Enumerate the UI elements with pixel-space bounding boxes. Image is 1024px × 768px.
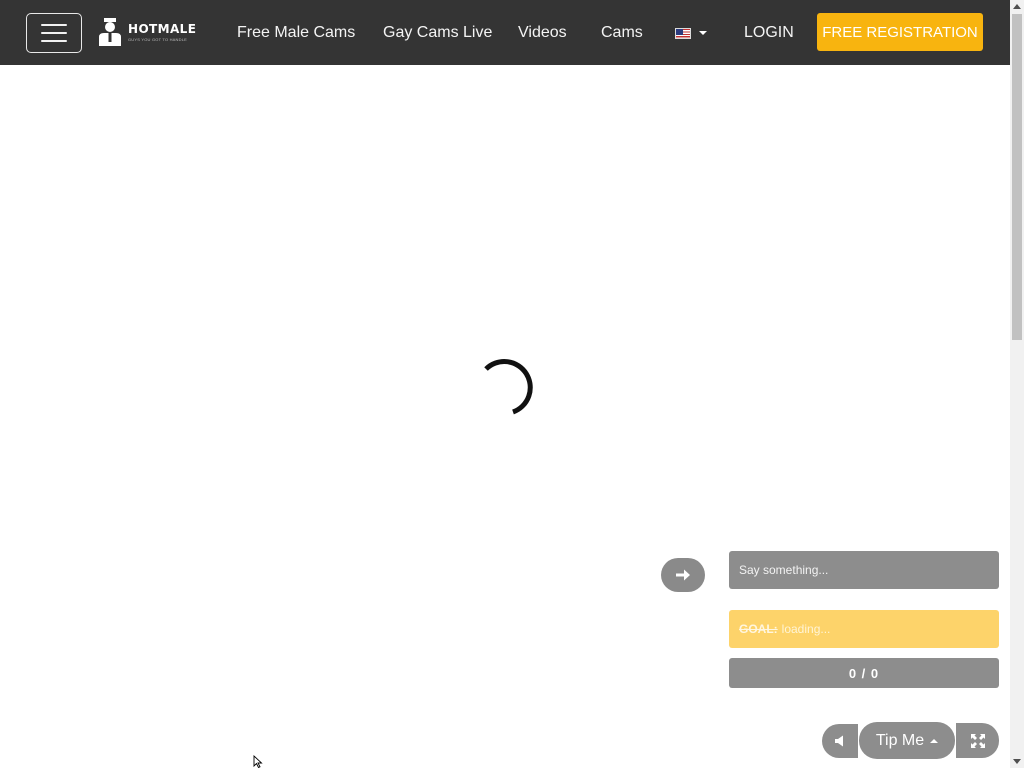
flag-canton xyxy=(676,29,683,35)
chat-message-input[interactable] xyxy=(729,551,999,589)
spinner-icon xyxy=(484,359,533,415)
hamburger-line xyxy=(41,32,67,34)
goal-progress-bar: 0 / 0 xyxy=(729,658,999,688)
logo-text: HOTMALE GUYS YOU GOT TO HANDLE xyxy=(128,23,196,42)
nav-link-cams[interactable]: Cams xyxy=(601,22,643,44)
menu-toggle-button[interactable] xyxy=(26,13,82,53)
goal-status: loading... xyxy=(781,622,831,636)
fullscreen-icon xyxy=(970,733,985,748)
us-flag-icon[interactable] xyxy=(675,28,691,39)
hamburger-line xyxy=(41,40,67,42)
mouse-pointer-icon xyxy=(253,755,263,768)
mute-button[interactable] xyxy=(822,724,858,758)
arrow-right-icon xyxy=(676,569,690,581)
scroll-up-arrow-icon[interactable] xyxy=(1013,4,1021,9)
send-message-button[interactable] xyxy=(661,558,705,592)
scroll-down-arrow-icon[interactable] xyxy=(1013,759,1021,764)
nav-link-videos[interactable]: Videos xyxy=(518,22,567,44)
fullscreen-button[interactable] xyxy=(956,723,999,758)
page: HOTMALE GUYS YOU GOT TO HANDLE Free Male… xyxy=(0,0,1024,768)
logo-icon xyxy=(99,18,121,46)
scrollbar-thumb[interactable] xyxy=(1012,14,1022,340)
tip-me-label: Tip Me xyxy=(875,731,925,749)
free-registration-button[interactable]: FREE REGISTRATION xyxy=(817,13,983,51)
goal-label: GOAL: xyxy=(739,622,778,636)
logo-tagline: GUYS YOU GOT TO HANDLE xyxy=(128,36,188,42)
logo-name: HOTMALE xyxy=(128,21,197,36)
vertical-scrollbar[interactable] xyxy=(1010,0,1024,768)
goal-bar: GOAL: loading... xyxy=(729,610,999,648)
nav-link-free-male-cams[interactable]: Free Male Cams xyxy=(237,22,355,44)
language-dropdown-caret-icon[interactable] xyxy=(699,31,707,35)
site-logo[interactable]: HOTMALE GUYS YOU GOT TO HANDLE xyxy=(98,17,196,47)
hamburger-line xyxy=(41,24,67,26)
goal-progress-text: 0 / 0 xyxy=(848,665,880,681)
tip-me-button[interactable]: Tip Me xyxy=(859,722,955,759)
caret-up-icon xyxy=(930,738,939,743)
top-navbar: HOTMALE GUYS YOU GOT TO HANDLE Free Male… xyxy=(0,0,1010,65)
volume-icon xyxy=(835,735,843,747)
login-link[interactable]: LOGIN xyxy=(744,22,794,44)
nav-link-gay-cams-live[interactable]: Gay Cams Live xyxy=(383,22,492,44)
